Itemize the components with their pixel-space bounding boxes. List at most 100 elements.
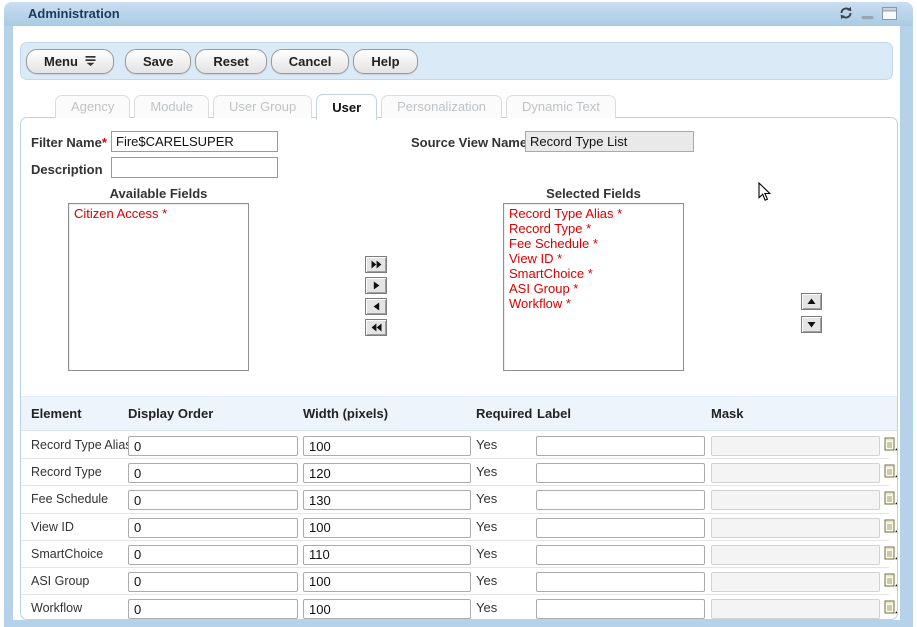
element-label: Fee Schedule [31, 486, 108, 513]
label-input[interactable] [536, 490, 705, 510]
tab-dynamic-text[interactable]: Dynamic Text [506, 95, 616, 118]
element-label: View ID [31, 514, 74, 541]
move-up-button[interactable] [801, 293, 822, 310]
description-input[interactable] [111, 157, 278, 178]
column-header-required: Required [476, 397, 532, 430]
column-header-display-order: Display Order [128, 397, 213, 430]
mask-input [711, 518, 880, 538]
width-input[interactable] [303, 599, 471, 619]
width-input[interactable] [303, 572, 471, 592]
tab-content-panel: Filter Name* Source View Name Descriptio… [20, 117, 898, 620]
mask-input [711, 545, 880, 565]
mask-edit-icon[interactable] [883, 462, 898, 480]
display-order-input[interactable] [128, 599, 298, 619]
column-header-mask: Mask [711, 397, 744, 430]
display-order-input[interactable] [128, 463, 298, 483]
required-value: Yes [476, 459, 497, 485]
display-order-input[interactable] [128, 572, 298, 592]
move-down-button[interactable] [801, 316, 822, 333]
table-row: Fee Schedule Yes [21, 486, 889, 513]
move-left-button[interactable] [365, 298, 387, 315]
table-row: ASI GroupYes [21, 568, 889, 595]
required-value: Yes [476, 432, 497, 458]
mask-edit-icon[interactable] [883, 571, 898, 589]
move-right-button[interactable] [365, 277, 387, 294]
label-input[interactable] [536, 463, 705, 483]
tab-bar: AgencyModuleUser GroupUserPersonalizatio… [13, 92, 616, 118]
display-order-input[interactable] [128, 490, 298, 510]
filter-name-label: Filter Name* [31, 135, 107, 150]
display-order-input[interactable] [128, 545, 298, 565]
window-body: Menu SaveResetCancelHelp AgencyModuleUse… [13, 26, 900, 620]
toolbar-buttons: SaveResetCancelHelp [125, 49, 418, 74]
title-bar: Administration [4, 2, 913, 26]
mask-edit-icon[interactable] [883, 517, 898, 535]
column-header-label: Label [537, 397, 571, 430]
administration-window: Administration [4, 2, 913, 627]
list-item[interactable]: SmartChoice * [509, 266, 678, 281]
element-label: ASI Group [31, 568, 89, 595]
source-view-name-input [525, 131, 694, 152]
table-row: Record TypeYes [21, 459, 889, 486]
width-input[interactable] [303, 518, 471, 538]
mask-edit-icon[interactable] [883, 435, 898, 453]
display-order-input[interactable] [128, 518, 298, 538]
element-label: SmartChoice [31, 541, 103, 568]
mask-edit-icon[interactable] [883, 489, 898, 507]
element-label: Workflow [31, 595, 82, 620]
tab-agency[interactable]: Agency [55, 95, 130, 118]
list-item[interactable]: Record Type * [509, 221, 678, 236]
list-item[interactable]: Workflow * [509, 296, 678, 311]
menu-dropdown-icon [85, 54, 96, 69]
label-input[interactable] [536, 572, 705, 592]
tab-personalization[interactable]: Personalization [381, 95, 502, 118]
list-item[interactable]: View ID * [509, 251, 678, 266]
left-arrow-icon [373, 302, 380, 311]
selected-fields-list[interactable]: Record Type Alias *Record Type *Fee Sche… [503, 203, 684, 371]
list-item[interactable]: Record Type Alias * [509, 206, 678, 221]
minimize-icon[interactable] [861, 6, 874, 20]
available-fields-title: Available Fields [68, 186, 249, 201]
label-input[interactable] [536, 518, 705, 538]
list-item[interactable]: Fee Schedule * [509, 236, 678, 251]
list-item[interactable]: ASI Group * [509, 281, 678, 296]
label-input[interactable] [536, 599, 705, 619]
mask-input [711, 599, 880, 619]
cancel-button[interactable]: Cancel [271, 49, 350, 74]
table-row: WorkflowYes [21, 595, 889, 620]
width-input[interactable] [303, 545, 471, 565]
tab-user-group[interactable]: User Group [213, 95, 312, 118]
reset-button[interactable]: Reset [195, 49, 266, 74]
mask-edit-icon[interactable] [883, 598, 898, 616]
right-arrow-icon [373, 281, 380, 290]
double-left-arrow-icon [371, 323, 382, 332]
menu-button-label: Menu [44, 54, 78, 69]
move-all-right-button[interactable] [365, 256, 387, 273]
move-all-left-button[interactable] [365, 319, 387, 336]
save-button[interactable]: Save [125, 49, 191, 74]
required-value: Yes [476, 486, 497, 512]
required-value: Yes [476, 514, 497, 540]
filter-name-input[interactable] [111, 131, 278, 152]
help-button[interactable]: Help [353, 49, 417, 74]
refresh-icon[interactable] [839, 6, 853, 20]
table-row: SmartChoiceYes [21, 541, 889, 568]
down-arrow-icon [807, 321, 816, 328]
description-label: Description [31, 162, 103, 177]
label-input[interactable] [536, 436, 705, 456]
column-header-element: Element [31, 397, 82, 430]
tab-module[interactable]: Module [134, 95, 209, 118]
display-order-input[interactable] [128, 436, 298, 456]
window-controls [839, 6, 897, 20]
width-input[interactable] [303, 490, 471, 510]
list-item[interactable]: Citizen Access * [74, 206, 243, 221]
mask-edit-icon[interactable] [883, 544, 898, 562]
mask-input [711, 490, 880, 510]
label-input[interactable] [536, 545, 705, 565]
menu-button[interactable]: Menu [26, 49, 114, 74]
width-input[interactable] [303, 436, 471, 456]
tab-user[interactable]: User [316, 94, 377, 120]
maximize-icon[interactable] [882, 7, 897, 20]
available-fields-list[interactable]: Citizen Access * [68, 203, 249, 371]
width-input[interactable] [303, 463, 471, 483]
